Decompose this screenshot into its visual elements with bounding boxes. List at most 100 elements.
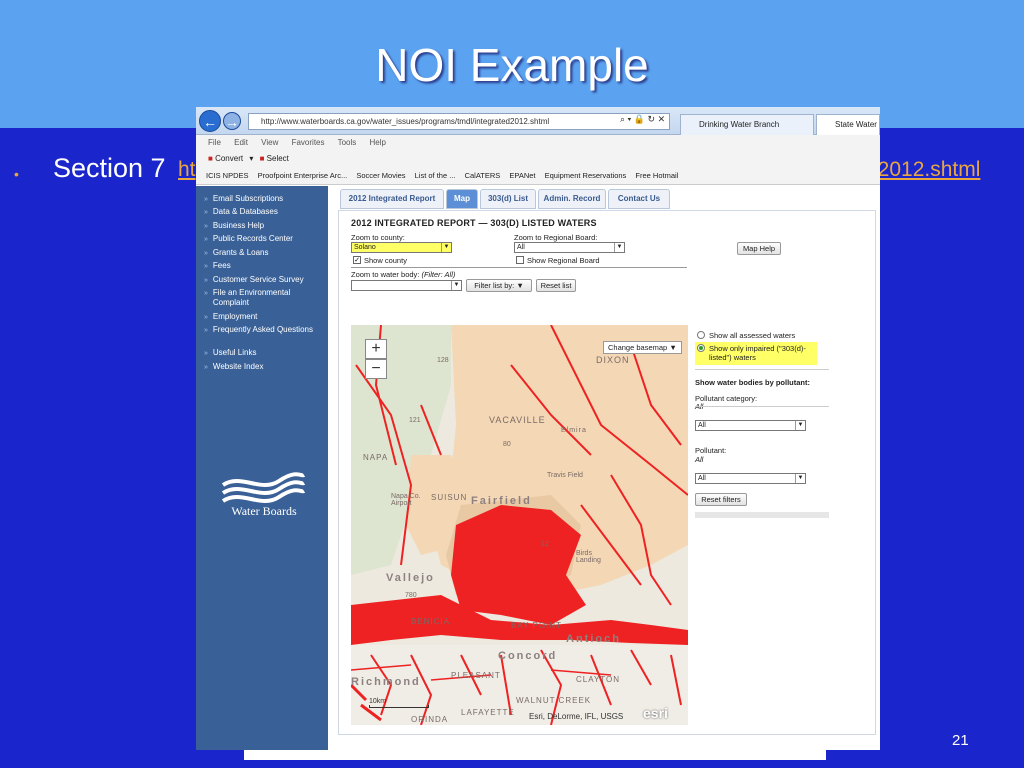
radio-all-waters[interactable] xyxy=(697,331,705,339)
change-basemap-button[interactable]: Change basemap ▼ xyxy=(603,341,682,354)
fav-soccer[interactable]: Soccer Movies xyxy=(356,171,405,180)
tab-drinking-water[interactable]: Drinking Water Branch xyxy=(680,114,814,135)
fav-hotmail[interactable]: Free Hotmail xyxy=(635,171,678,180)
url-controls[interactable]: ⌕ ▾ 🔒 ↻ ✕ xyxy=(620,114,665,125)
tab-state-water[interactable]: State Water R xyxy=(816,114,880,135)
sidebar-item-data[interactable]: » Data & Databases xyxy=(204,207,326,218)
map-label-suisun: SUISUN xyxy=(431,493,468,502)
map-label-napa-airport: Napa Co. Airport xyxy=(391,493,421,507)
filter-list-button[interactable]: Filter list by: ▼ xyxy=(466,279,532,292)
pollutant-value: All xyxy=(695,455,704,464)
map-label-elmira: Elmira xyxy=(561,427,587,434)
chevron-down-icon: ▼ xyxy=(516,281,524,290)
map-label-benicia: BENICIA xyxy=(411,617,451,626)
reset-filters-button[interactable]: Reset filters xyxy=(695,493,747,506)
fav-equipment[interactable]: Equipment Reservations xyxy=(545,171,627,180)
esri-logo: esri xyxy=(643,705,668,721)
tab-admin-record[interactable]: Admin. Record xyxy=(538,189,606,209)
sidebar-item-complaint[interactable]: » File an Environmental Complaint xyxy=(204,288,326,308)
forward-arrow-icon[interactable]: → xyxy=(223,112,241,130)
sidebar-item-email[interactable]: » Email Subscriptions xyxy=(204,194,326,205)
favorites-bar: ICIS NPDES Proofpoint Enterprise Arc... … xyxy=(196,167,880,185)
water-body-select[interactable]: ▼ xyxy=(351,280,462,291)
show-board-checkbox[interactable] xyxy=(516,256,524,264)
menu-help[interactable]: Help xyxy=(370,138,386,147)
map-label-bay-point: BAY POINT xyxy=(511,621,562,630)
tab-contact-us[interactable]: Contact Us xyxy=(608,189,670,209)
map-label-walnut-creek: WALNUT CREEK xyxy=(516,696,592,705)
menu-tools[interactable]: Tools xyxy=(338,138,357,147)
sidebar-item-fees[interactable]: » Fees xyxy=(204,261,326,272)
bullet-marker: • xyxy=(14,166,19,182)
map-label-hwy121: 121 xyxy=(409,417,421,424)
arrow-icon: » xyxy=(204,277,208,284)
chevron-down-icon: ▼ xyxy=(441,243,451,252)
pollutant-select[interactable]: All ▼ xyxy=(695,473,806,484)
map-view[interactable]: + − Change basemap ▼ DIXON VACAVILLE Elm… xyxy=(351,325,688,725)
sidebar-item-faq[interactable]: » Frequently Asked Questions xyxy=(204,325,326,336)
zoom-in-button[interactable]: + xyxy=(365,339,387,359)
convert-icon: ■ xyxy=(208,154,213,163)
fav-icis[interactable]: ICIS NPDES xyxy=(206,171,249,180)
arrow-icon: » xyxy=(204,350,208,357)
menu-favorites[interactable]: Favorites xyxy=(292,138,325,147)
reset-list-button[interactable]: Reset list xyxy=(536,279,576,292)
map-label-concord: Concord xyxy=(498,650,558,662)
sidebar-item-links[interactable]: » Useful Links xyxy=(204,348,326,359)
radio-impaired-waters[interactable] xyxy=(697,344,705,352)
chevron-down-icon[interactable]: ▾ xyxy=(249,154,253,163)
pollutant-heading: Show water bodies by pollutant: xyxy=(695,378,811,387)
menu-view[interactable]: View xyxy=(261,138,278,147)
map-scale: 10km xyxy=(369,698,429,708)
back-arrow-icon[interactable]: ← xyxy=(199,110,221,132)
fav-list[interactable]: List of the ... xyxy=(415,171,456,180)
fav-epanet[interactable]: EPANet xyxy=(509,171,535,180)
tab-map[interactable]: Map xyxy=(446,189,478,209)
main-content: 2012 Integrated Report Map 303(d) List A… xyxy=(328,186,880,750)
slide-title: NOI Example xyxy=(375,39,649,91)
bullet-link-start[interactable]: ht xyxy=(178,158,196,182)
sidebar-item-index[interactable]: » Website Index xyxy=(204,362,326,373)
sidebar-item-records[interactable]: » Public Records Center xyxy=(204,234,326,245)
sidebar-item-grants[interactable]: » Grants & Loans xyxy=(204,248,326,259)
map-label-hwy12: 12 xyxy=(541,541,549,548)
page-number: 21 xyxy=(952,732,969,749)
url-field[interactable]: http://www.waterboards.ca.gov/water_issu… xyxy=(248,113,670,130)
arrow-icon: » xyxy=(204,250,208,257)
sidebar-item-survey[interactable]: » Customer Service Survey xyxy=(204,275,326,286)
map-graphics xyxy=(351,325,688,725)
fav-calaters[interactable]: CalATERS xyxy=(465,171,501,180)
map-label-pleasant: PLEASANT xyxy=(451,671,501,680)
arrow-icon: » xyxy=(204,364,208,371)
arrow-icon: » xyxy=(204,236,208,243)
arrow-icon: » xyxy=(204,290,208,297)
chevron-down-icon: ▼ xyxy=(795,421,805,430)
select-button[interactable]: Select xyxy=(267,154,289,163)
map-label-napa: NAPA xyxy=(363,453,389,462)
zoom-county-label: Zoom to county: xyxy=(351,233,405,242)
chevron-down-icon: ▼ xyxy=(669,343,677,352)
convert-button[interactable]: Convert xyxy=(215,154,243,163)
divider xyxy=(695,369,829,370)
show-board-label: Show Regional Board xyxy=(527,256,600,265)
county-select[interactable]: Solano ▼ xyxy=(351,242,452,253)
map-label-orinda: ORINDA xyxy=(411,715,449,724)
tab-303d-list[interactable]: 303(d) List xyxy=(480,189,536,209)
show-county-checkbox[interactable]: ✓ xyxy=(353,256,361,264)
sidebar-item-employment[interactable]: » Employment xyxy=(204,312,326,323)
regional-board-select[interactable]: All ▼ xyxy=(514,242,625,253)
zoom-out-button[interactable]: − xyxy=(365,359,387,379)
arrow-icon: » xyxy=(204,223,208,230)
sidebar-item-business[interactable]: » Business Help xyxy=(204,221,326,232)
arrow-icon: » xyxy=(204,196,208,203)
menu-edit[interactable]: Edit xyxy=(234,138,248,147)
fav-proofpoint[interactable]: Proofpoint Enterprise Arc... xyxy=(258,171,348,180)
map-label-hwy780: 780 xyxy=(405,592,417,599)
menu-file[interactable]: File xyxy=(208,138,221,147)
map-attribution: Esri, DeLorme, IFL, USGS xyxy=(529,712,624,721)
map-help-button[interactable]: Map Help xyxy=(737,242,781,255)
tab-integrated-report[interactable]: 2012 Integrated Report xyxy=(340,189,444,209)
chevron-down-icon: ▼ xyxy=(614,243,624,252)
bullet-link-end[interactable]: d2012.shtml xyxy=(866,158,980,182)
category-select[interactable]: All ▼ xyxy=(695,420,806,431)
